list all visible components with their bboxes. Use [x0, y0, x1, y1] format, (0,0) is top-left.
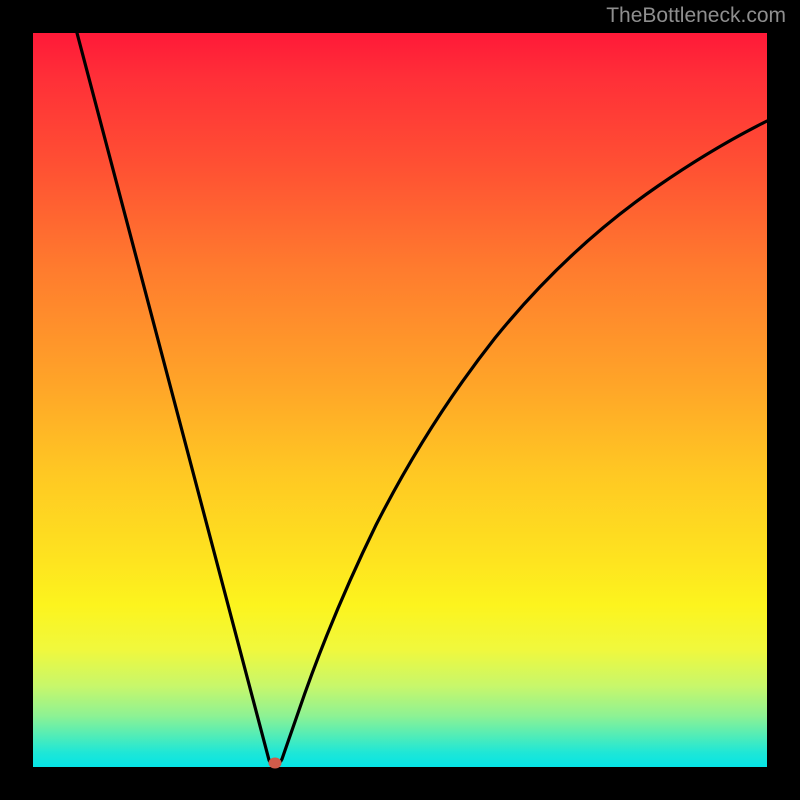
watermark-text: TheBottleneck.com	[606, 4, 786, 28]
chart-frame: TheBottleneck.com	[0, 0, 800, 800]
plot-area	[33, 33, 767, 767]
optimal-point-marker	[269, 758, 282, 769]
